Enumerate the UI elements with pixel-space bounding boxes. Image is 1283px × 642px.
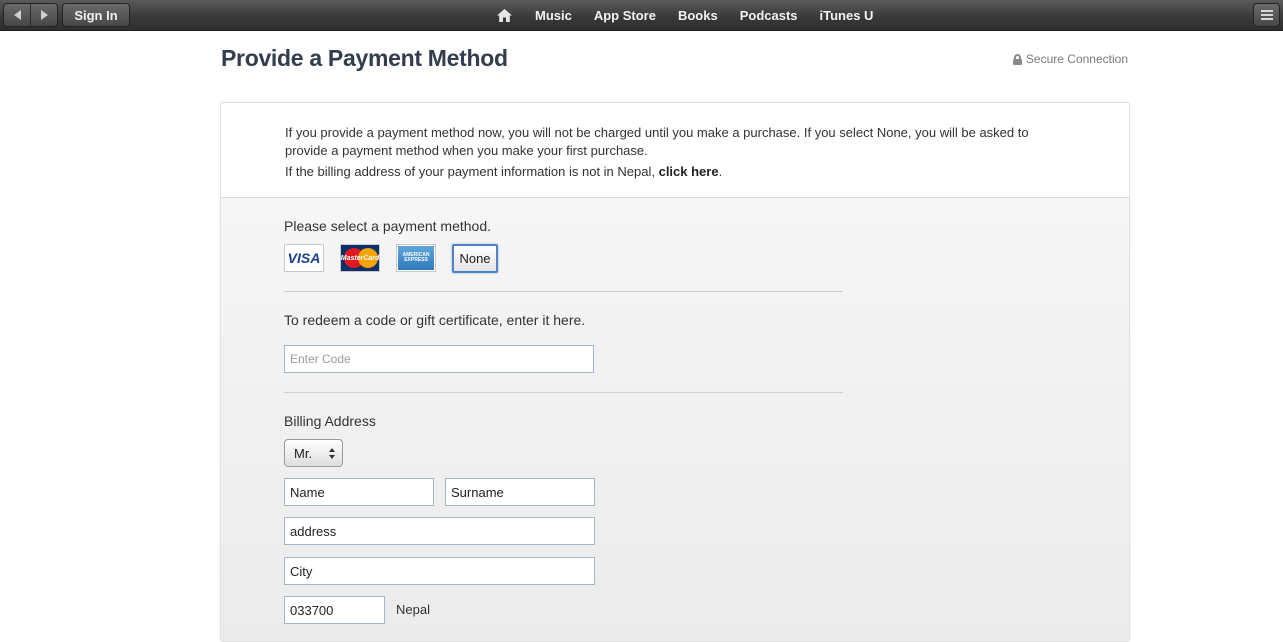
select-arrows-icon (329, 448, 336, 460)
payment-panel: If you provide a payment method now, you… (220, 102, 1130, 642)
home-icon (496, 9, 512, 22)
divider (284, 392, 843, 393)
back-icon (13, 10, 21, 20)
none-option[interactable]: None (452, 244, 498, 273)
back-button[interactable] (4, 4, 30, 26)
mastercard-option[interactable]: MasterCard (340, 244, 380, 272)
first-name-field[interactable]: Name (284, 478, 434, 506)
nav-podcasts[interactable]: Podcasts (740, 8, 798, 23)
menu-icon (1260, 10, 1273, 12)
history-nav (3, 3, 58, 27)
city-field[interactable]: City (284, 557, 595, 585)
title-select[interactable]: Mr. (284, 439, 343, 467)
visa-option[interactable]: VISA (284, 244, 324, 272)
last-name-field[interactable]: Surname (445, 478, 595, 506)
postal-code-field[interactable]: 033700 (284, 596, 385, 624)
page-title: Provide a Payment Method (221, 45, 508, 71)
form-body: Please select a payment method. VISA Mas… (221, 198, 1129, 641)
visa-logo: VISA (287, 250, 321, 266)
country-label: Nepal (396, 602, 430, 617)
billing-note: If the billing address of your payment i… (285, 163, 1045, 181)
payment-method-label: Please select a payment method. (284, 218, 492, 234)
secure-connection-label: Secure Connection (1025, 52, 1128, 66)
nav-itunes-u[interactable]: iTunes U (820, 8, 874, 23)
lock-icon (1012, 53, 1022, 65)
redeem-code-input[interactable]: Enter Code (284, 345, 594, 373)
store-nav: Music App Store Books Podcasts iTunes U (490, 0, 884, 31)
amex-logo: AMERICAN EXPRESS (398, 246, 434, 270)
intro-text: If you provide a payment method now, you… (285, 125, 1029, 158)
redeem-label: To redeem a code or gift certificate, en… (284, 312, 586, 328)
intro-section: If you provide a payment method now, you… (221, 103, 1129, 198)
billing-note-text: If the billing address of your payment i… (285, 164, 659, 179)
amex-option[interactable]: AMERICAN EXPRESS (396, 244, 436, 272)
billing-address-label: Billing Address (284, 413, 376, 429)
menu-button[interactable] (1253, 3, 1280, 27)
forward-button[interactable] (30, 4, 57, 26)
nav-music[interactable]: Music (535, 8, 572, 23)
payment-options: VISA MasterCard AMERICAN EXPRESS None (284, 244, 498, 273)
billing-note-period: . (718, 164, 723, 179)
top-toolbar: Sign In Music App Store Books Podcasts i… (0, 0, 1283, 31)
home-button[interactable] (490, 0, 518, 31)
secure-connection: Secure Connection (1012, 52, 1128, 66)
sign-in-button[interactable]: Sign In (62, 3, 130, 27)
mastercard-logo: MasterCard (340, 245, 380, 271)
title-select-value: Mr. (294, 445, 313, 461)
divider (284, 291, 843, 292)
forward-icon (40, 10, 48, 20)
click-here-link[interactable]: click here (659, 164, 719, 179)
nav-books[interactable]: Books (678, 8, 718, 23)
nav-app-store[interactable]: App Store (594, 8, 656, 23)
address-field[interactable]: address (284, 517, 595, 545)
